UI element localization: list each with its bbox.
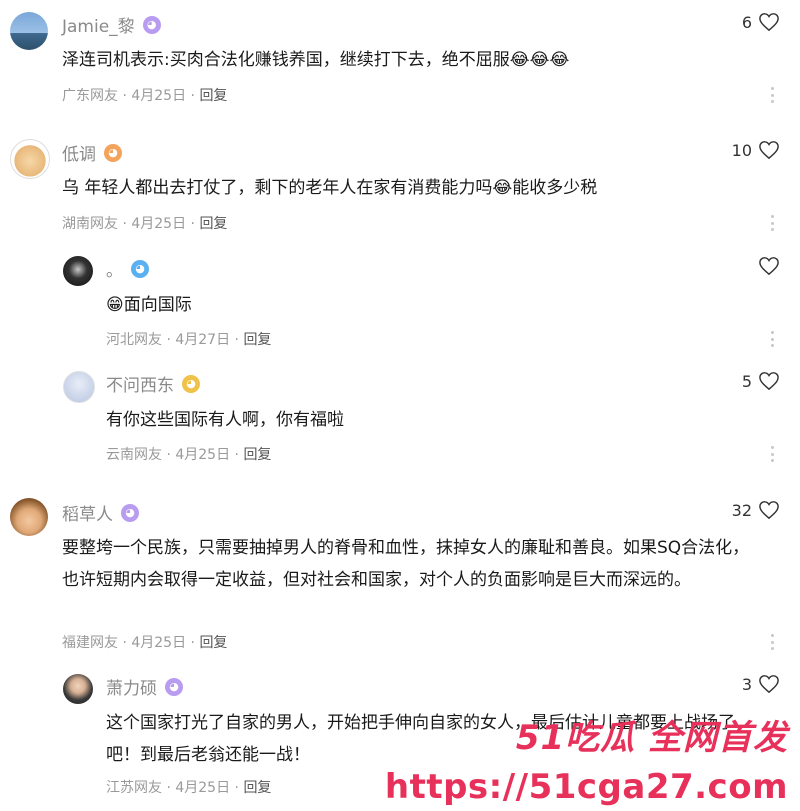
like-count: 3 [741, 674, 752, 694]
like-button[interactable]: 32 [732, 500, 780, 520]
heart-outline-icon [759, 501, 779, 520]
like-button[interactable]: 6 [742, 12, 780, 32]
username-text: 不问西东 [106, 376, 174, 396]
more-vertical-icon[interactable] [770, 634, 774, 650]
comment-meta: 云南网友 · 4月25日 · 回复 [106, 444, 271, 464]
more-vertical-icon[interactable] [770, 446, 774, 462]
comment-meta: 广东网友 · 4月25日 · 回复 [62, 85, 227, 105]
username-text: 。 [106, 261, 123, 281]
username-text: 稻草人 [62, 505, 113, 525]
username-text: Jamie_黎 [62, 17, 135, 37]
heart-outline-icon [759, 257, 779, 276]
level-badge-icon: ◕ [121, 503, 139, 522]
username-text: 低调 [62, 145, 96, 165]
watermark-url: https://51cga27.com [384, 767, 788, 807]
level-badge-icon: ◕ [104, 143, 122, 162]
reply-button[interactable]: 回复 [199, 216, 227, 232]
heart-outline-icon [759, 13, 779, 32]
location-date: 云南网友 · 4月25日 · [106, 447, 244, 463]
level-badge-icon: ◕ [165, 677, 183, 696]
level-badge-icon: ◕ [182, 374, 200, 393]
watermark-title: 51吃瓜 全网首发 [515, 718, 788, 758]
location-date: 广东网友 · 4月25日 · [62, 88, 200, 104]
comment-meta: 湖南网友 · 4月25日 · 回复 [62, 213, 227, 233]
like-button[interactable]: 10 [732, 140, 780, 160]
like-button[interactable]: 3 [742, 674, 780, 694]
username[interactable]: 稻草人 ◕ [62, 500, 139, 525]
comment-meta: 河北网友 · 4月27日 · 回复 [106, 329, 271, 349]
level-badge-icon: ◕ [131, 259, 149, 278]
more-vertical-icon[interactable] [770, 87, 774, 103]
reply-button[interactable]: 回复 [243, 447, 271, 463]
comment-text: 要整垮一个民族，只需要抽掉男人的脊骨和血性，抹掉女人的廉耻和善良。如果SQ合法化… [62, 538, 750, 590]
more-vertical-icon[interactable] [770, 331, 774, 347]
location-date: 江苏网友 · 4月25日 · [106, 780, 244, 796]
avatar[interactable] [63, 371, 95, 403]
username[interactable]: Jamie_黎 ◕ [62, 12, 161, 37]
username[interactable]: 低调 ◕ [62, 140, 122, 165]
comment-text: 泽连司机表示:买肉合法化赚钱养国，继续打下去，绝不屈服😂😂😂 [62, 50, 570, 70]
reply-button[interactable]: 回复 [199, 88, 227, 104]
username[interactable]: 。 ◕ [106, 256, 149, 281]
comment-text: 😁面向国际 [106, 295, 192, 315]
comment-meta: 福建网友 · 4月25日 · 回复 [62, 632, 227, 652]
like-button[interactable]: 5 [742, 371, 780, 391]
avatar[interactable] [63, 256, 93, 286]
location-date: 福建网友 · 4月25日 · [62, 635, 200, 651]
reply-button[interactable]: 回复 [243, 332, 271, 348]
avatar[interactable] [10, 498, 48, 536]
avatar[interactable] [10, 139, 50, 179]
avatar[interactable] [10, 12, 48, 50]
username[interactable]: 不问西东 ◕ [106, 371, 200, 396]
like-button[interactable] [752, 256, 780, 276]
comment-meta: 江苏网友 · 4月25日 · 回复 [106, 777, 271, 797]
like-count: 32 [731, 500, 752, 520]
avatar[interactable] [63, 674, 93, 704]
reply-button[interactable]: 回复 [243, 780, 271, 796]
comment-text: 乌 年轻人都出去打仗了，剩下的老年人在家有消费能力吗😂能收多少税 [62, 178, 598, 198]
like-count: 10 [731, 140, 752, 160]
level-badge-icon: ◕ [142, 15, 161, 34]
like-count: 5 [741, 371, 752, 391]
username[interactable]: 萧力硕 ◕ [106, 674, 183, 699]
comment-text: 有你这些国际有人啊，你有福啦 [106, 410, 344, 430]
heart-outline-icon [759, 675, 779, 694]
location-date: 湖南网友 · 4月25日 · [62, 216, 200, 232]
watermark: 51吃瓜 全网首发 https://51cga27.com [385, 707, 788, 807]
reply-button[interactable]: 回复 [199, 635, 227, 651]
location-date: 河北网友 · 4月27日 · [106, 332, 244, 348]
more-vertical-icon[interactable] [770, 215, 774, 231]
heart-outline-icon [759, 372, 779, 391]
like-count: 6 [741, 12, 752, 32]
username-text: 萧力硕 [106, 679, 157, 699]
heart-outline-icon [759, 141, 779, 160]
